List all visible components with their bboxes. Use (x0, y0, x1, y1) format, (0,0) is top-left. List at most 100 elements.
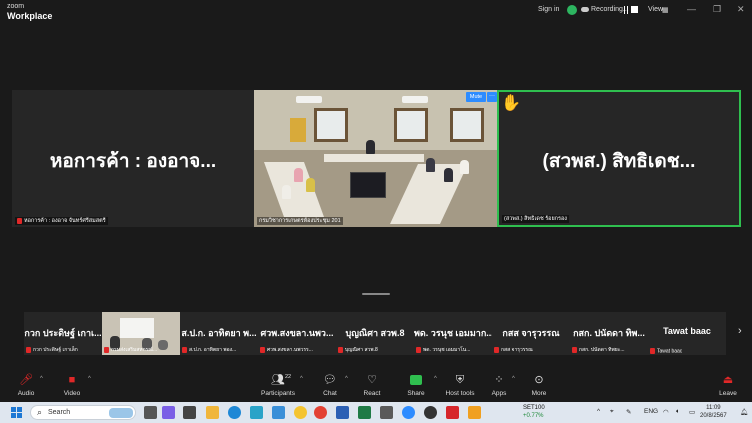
participant-tile-active-speaker[interactable]: (สวพส.) สิทธิเดช... (สวพส.) สิทธิเดช ร้อ… (497, 90, 741, 227)
taskbar-app-icon[interactable] (294, 406, 307, 419)
stock-widget[interactable]: SET100 +0.77% (523, 404, 545, 420)
mic-muted-icon (572, 346, 577, 353)
gallery-tile-caption-text: กสก. ปนัดดา ทิพยะ... (579, 347, 625, 353)
store-icon[interactable] (272, 406, 285, 419)
gallery-tile-caption-text: กรมส่งเสริมสหกรณ์... (111, 347, 158, 353)
stock-name: SET100 (523, 405, 545, 411)
mic-muted-icon (182, 346, 187, 353)
file-explorer-icon[interactable] (206, 406, 219, 419)
video-options-chevron-icon[interactable]: ^ (88, 376, 91, 382)
edge-browser-icon[interactable] (228, 406, 241, 419)
mic-muted-icon (338, 346, 343, 353)
more-button[interactable]: ⊙ More (517, 373, 561, 397)
participant-caption: (สวพส.) สิทธิเดช ร้อยกรอง (502, 215, 569, 223)
participants-options-chevron-icon[interactable]: ^ (300, 376, 303, 382)
gallery-tile[interactable]: บุญณิศา สวพ.8 บุญณิศา สวพ.8 (336, 312, 414, 355)
gallery-next-chevron-icon[interactable]: › (738, 325, 742, 337)
gallery-tile-name: Tawat baac (663, 326, 711, 336)
gallery-strip: กวก ประดิษฐ์ เกาเ... กวก ประดิษฐ์ เกาเล็… (24, 312, 744, 355)
close-icon[interactable]: ✕ (737, 4, 745, 15)
copilot-icon[interactable] (162, 406, 175, 419)
gallery-tile[interactable]: Tawat baac Tawat baac (648, 312, 726, 355)
tray-chevron-icon[interactable]: ^ (597, 408, 600, 415)
more-label: More (531, 390, 547, 397)
zoom-window: zoom Workplace Sign in Recording... View… (0, 0, 752, 402)
title-bar: zoom Workplace Sign in Recording... View… (0, 0, 752, 22)
acrobat-icon[interactable] (446, 406, 459, 419)
meeting-toolbar: 🎤︎ Audio ^ ■ Video ^ 👥︎ Participants 22 … (0, 370, 752, 402)
taskbar-search-box[interactable]: ⌕ Search (30, 405, 136, 420)
battery-icon[interactable]: ▭ (689, 408, 695, 416)
chat-options-chevron-icon[interactable]: ^ (345, 376, 348, 382)
speaker-icon[interactable]: 🔈︎ (676, 408, 680, 416)
excel-icon[interactable] (358, 406, 371, 419)
gallery-tile[interactable]: กรมส่งเสริมสหกรณ์... (102, 312, 180, 355)
taskbar-clock[interactable]: 11:09 20/8/2567 (700, 404, 727, 420)
language-indicator[interactable]: ENG (644, 408, 658, 415)
raised-hand-icon: ✋ (501, 95, 521, 112)
gallery-tile-name: ส.ป.ก. อาทิตยา พ... (181, 328, 257, 338)
taskbar-app-icon[interactable] (380, 406, 393, 419)
notifications-icon[interactable]: 🔔︎ (740, 408, 748, 416)
gallery-tile-caption-text: ศวพ.สงขลา.นพวรร... (267, 347, 313, 353)
gallery-tile[interactable]: ศวพ.สงขลา.นพว... ศวพ.สงขลา.นพวรร... (258, 312, 336, 355)
encryption-shield-icon[interactable] (567, 5, 577, 15)
view-button[interactable]: View (648, 6, 663, 13)
clock-time: 11:09 (706, 405, 721, 411)
gallery-tile-caption: กสส จารุวรรณ (494, 346, 533, 354)
sign-in-link[interactable]: Sign in (538, 6, 559, 13)
wifi-icon[interactable]: ◠ (663, 408, 669, 416)
share-options-chevron-icon[interactable]: ^ (434, 376, 437, 382)
participant-caption-text: (สวพส.) สิทธิเดช ร้อยกรอง (504, 216, 567, 222)
taskbar-app-icon[interactable] (183, 406, 196, 419)
gallery-tile[interactable]: พด. วรนุช เอมมาก... พด. วรนุช เอมมาโน... (414, 312, 492, 355)
windows-start-icon[interactable] (11, 407, 22, 418)
maximize-icon[interactable]: ❐ (713, 4, 721, 15)
mute-participant-button[interactable]: Mute (466, 92, 486, 102)
gallery-tile[interactable]: กสก. ปนัดดา ทิพ... กสก. ปนัดดา ทิพยะ... (570, 312, 648, 355)
participants-button[interactable]: 👥︎ Participants (256, 373, 300, 397)
more-options-button[interactable]: ··· (487, 92, 497, 102)
gallery-tile[interactable]: ส.ป.ก. อาทิตยา พ... ส.ป.ก. อาทิตยา พอง..… (180, 312, 258, 355)
zoom-logo: zoom Workplace (7, 3, 52, 21)
leave-button[interactable]: ⏏ Leave (706, 373, 750, 397)
logo-line-1: zoom (7, 3, 25, 10)
view-grid-icon[interactable]: ▦ (662, 6, 669, 14)
share-button[interactable]: Share (394, 373, 438, 397)
location-icon[interactable]: ⌖ (610, 408, 614, 416)
pen-icon[interactable]: ✎ (626, 408, 631, 416)
minimize-icon[interactable]: — (687, 4, 696, 14)
word-icon[interactable] (336, 406, 349, 419)
mic-muted-icon (104, 346, 109, 353)
video-label: Video (63, 390, 81, 397)
gallery-tile-caption-text: บุญณิศา สวพ.8 (345, 347, 378, 353)
zoom-app-icon[interactable] (402, 406, 415, 419)
gallery-tile[interactable]: กวก ประดิษฐ์ เกาเ... กวก ประดิษฐ์ เกาเล็… (24, 312, 102, 355)
pause-recording-icon[interactable] (624, 6, 628, 14)
apps-options-chevron-icon[interactable]: ^ (512, 376, 515, 382)
share-label: Share (407, 390, 425, 397)
gallery-tile-caption: กรมส่งเสริมสหกรณ์... (104, 346, 157, 354)
chrome-icon[interactable] (314, 406, 327, 419)
gallery-tile-name: พด. วรนุช เอมมาก... (414, 328, 492, 338)
participant-caption: หอการค้า : องอาจ จันทร์ศรีสมสตรี (15, 217, 108, 225)
participant-tile[interactable]: หอการค้า : องอาจ... หอการค้า : องอาจ จัน… (12, 90, 254, 227)
participants-icon: 👥︎ (271, 374, 285, 386)
audio-options-chevron-icon[interactable]: ^ (40, 376, 43, 382)
gallery-tile-caption-text: กสส จารุวรรณ (501, 347, 533, 353)
participant-name-large: (สวพส.) สิทธิเดช... (542, 151, 696, 172)
person (460, 160, 469, 174)
host-tools-button[interactable]: ⛨ Host tools (438, 373, 482, 397)
participant-video-tile[interactable]: กรมวิชาการเกษตรห้องประชุม 201 (254, 90, 497, 227)
person (294, 168, 303, 182)
mic-muted-icon (26, 346, 31, 353)
task-view-icon[interactable] (144, 406, 157, 419)
stop-recording-icon[interactable] (631, 6, 638, 13)
gallery-tile[interactable]: กสส จารุวรรณ กสส จารุวรรณ (492, 312, 570, 355)
taskbar-app-icon[interactable] (468, 406, 481, 419)
react-button[interactable]: ♡ React (350, 373, 394, 397)
windows-taskbar: ⌕ Search SET100 +0.77% ^ ⌖ ✎ ENG ◠ 🔈︎ ▭ … (0, 402, 752, 423)
resize-handle[interactable] (362, 293, 390, 295)
media-player-icon[interactable] (424, 406, 437, 419)
taskbar-app-icon[interactable] (250, 406, 263, 419)
